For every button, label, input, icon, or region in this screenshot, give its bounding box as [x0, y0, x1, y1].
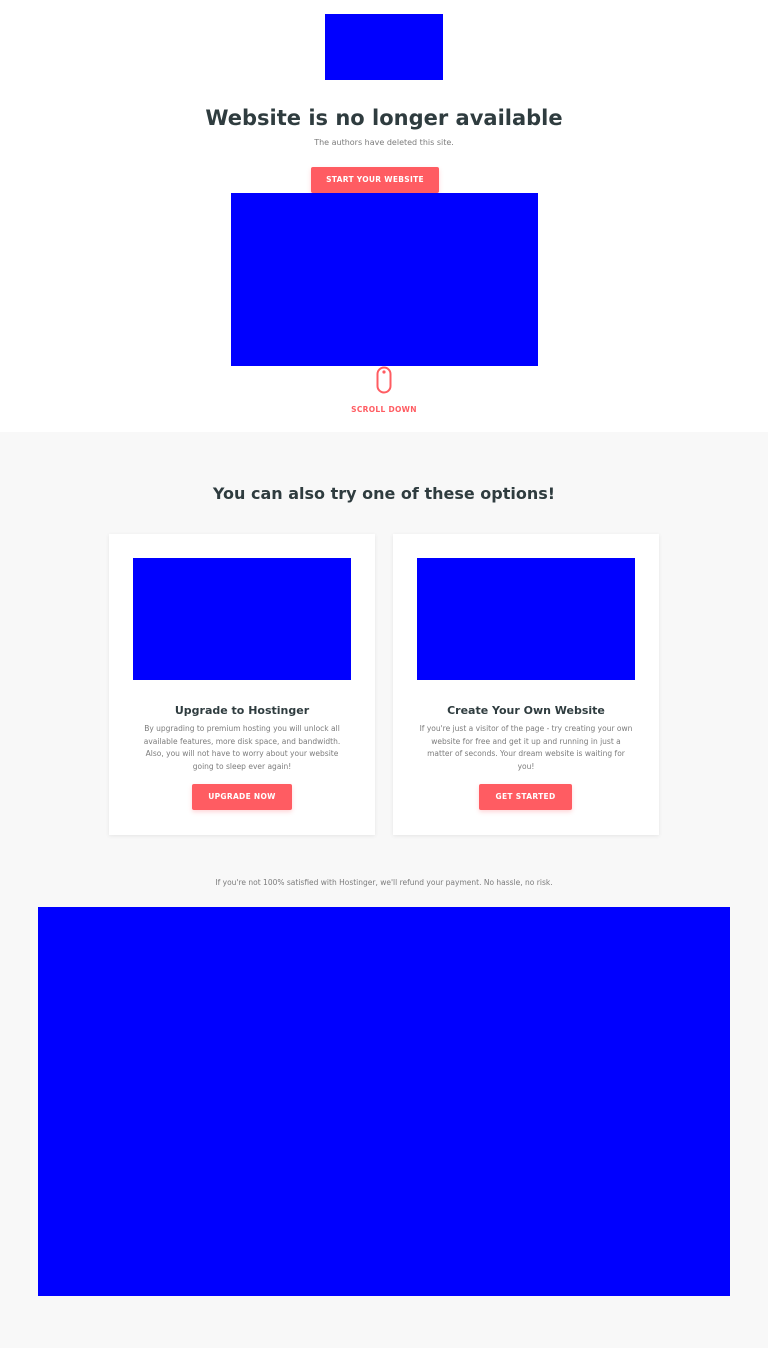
upgrade-card-title: Upgrade to Hostinger [174, 704, 310, 717]
scroll-down-link[interactable]: SCROLL DOWN [0, 405, 768, 414]
logo-image [325, 14, 443, 80]
upgrade-card-image [133, 558, 351, 680]
start-your-website-button[interactable]: START YOUR WEBSITE [311, 167, 439, 193]
get-started-button[interactable]: GET STARTED [479, 784, 572, 810]
upgrade-card-text: By upgrading to premium hosting you will… [143, 724, 341, 771]
create-website-card-text: If you're just a visitor of the page - t… [419, 724, 633, 771]
create-website-card-title: Create Your Own Website [447, 704, 605, 717]
bottom-banner-image [38, 907, 730, 1296]
options-title: You can also try one of these options! [212, 484, 556, 503]
upgrade-card: Upgrade to Hostinger By upgrading to pre… [109, 534, 375, 835]
mouse-icon[interactable] [376, 366, 392, 394]
page-title: Website is no longer available [205, 106, 563, 130]
page-subtitle: The authors have deleted this site. [314, 138, 454, 147]
hero-illustration [231, 193, 538, 366]
upgrade-now-button[interactable]: UPGRADE NOW [192, 784, 292, 810]
hero-section: Website is no longer available The autho… [0, 0, 768, 432]
create-website-card-image [417, 558, 635, 680]
create-website-card: Create Your Own Website If you're just a… [393, 534, 659, 835]
refund-note: If you're not 100% satisfied with Hostin… [215, 878, 553, 887]
options-section: You can also try one of these options! U… [0, 432, 768, 1348]
